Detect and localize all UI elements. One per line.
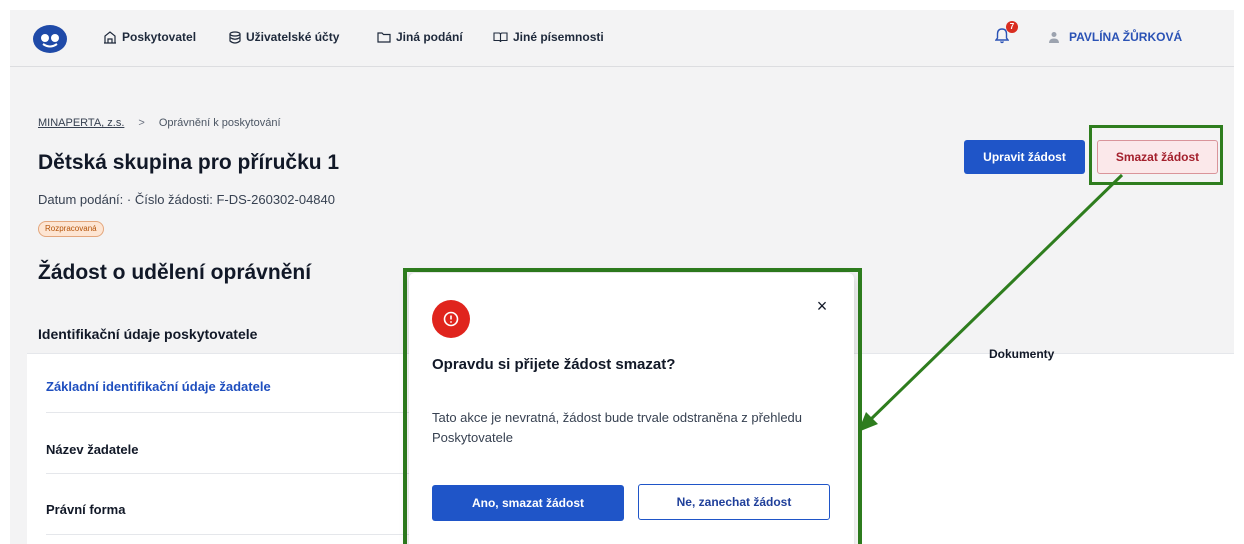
confirm-delete-dialog: × Opravdu si přijete žádost smazat? Tato… xyxy=(409,273,854,544)
dialog-title: Opravdu si přijete žádost smazat? xyxy=(432,356,676,373)
warning-icon xyxy=(432,300,470,338)
close-icon[interactable]: × xyxy=(812,296,832,316)
confirm-delete-button[interactable]: Ano, smazat žádost xyxy=(432,485,624,521)
dialog-message: Tato akce je nevratná, žádost bude trval… xyxy=(432,410,803,445)
cancel-delete-button[interactable]: Ne, zanechat žádost xyxy=(638,484,830,520)
app-window: Poskytovatel Uživatelské účty Jiná podán… xyxy=(10,10,1234,544)
